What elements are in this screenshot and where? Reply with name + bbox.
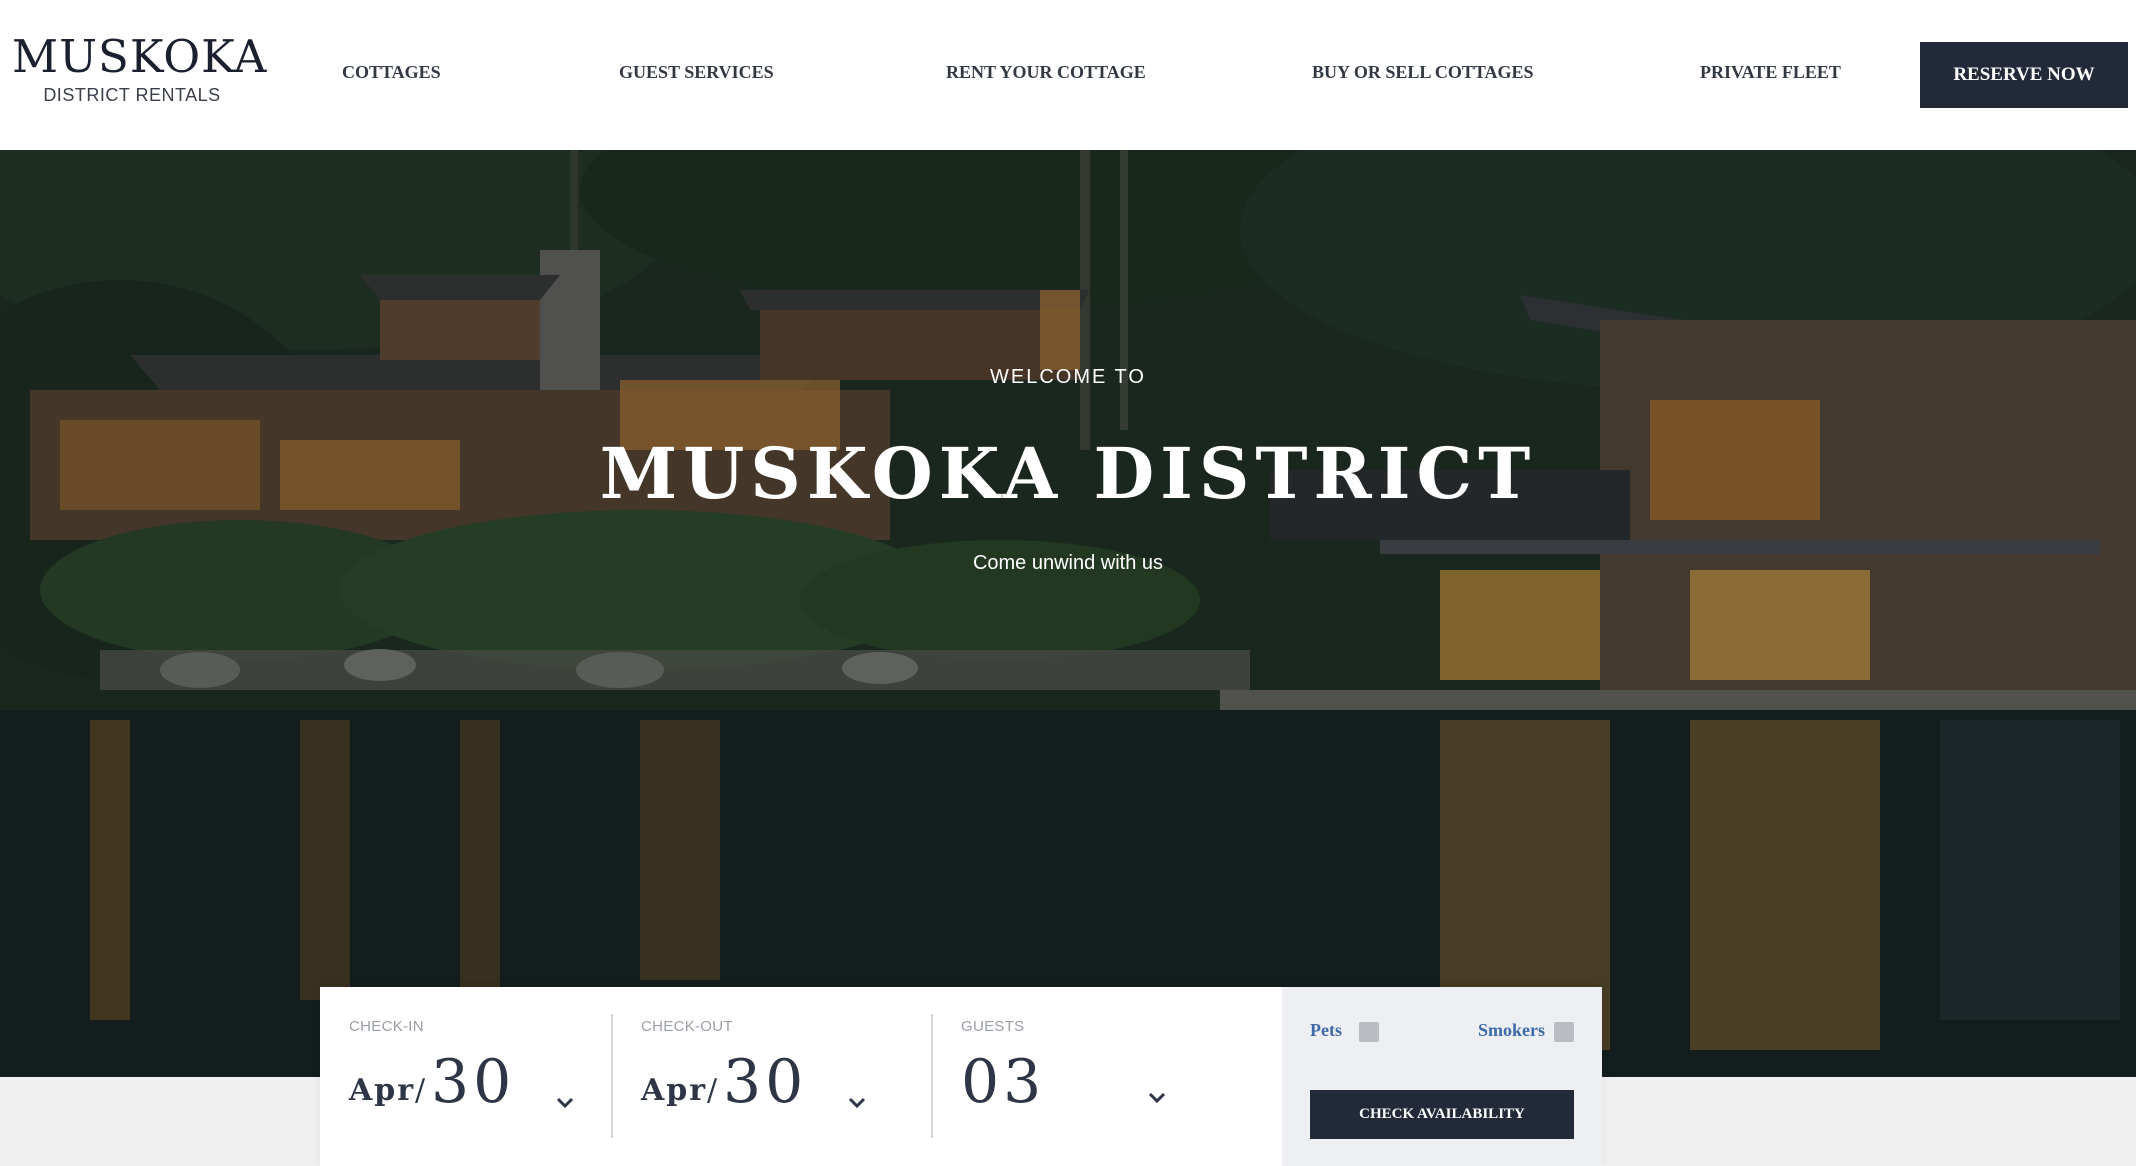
guests-chevron-down-icon[interactable] bbox=[1146, 1086, 1168, 1108]
hero-subtitle: Come unwind with us bbox=[972, 552, 1164, 574]
smokers-checkbox[interactable] bbox=[1554, 1022, 1574, 1042]
site-header: MUSKOKA DISTRICT RENTALS COTTAGES GUEST … bbox=[0, 0, 2136, 150]
hero-banner: WELCOME TO MUSKOKA DISTRICT Come unwind … bbox=[0, 150, 2136, 1077]
checkout-month: Apr bbox=[641, 1073, 708, 1108]
hero-title: MUSKOKA DISTRICT bbox=[599, 432, 1537, 515]
nav-cottages[interactable]: COTTAGES bbox=[342, 62, 441, 83]
pets-checkbox[interactable] bbox=[1359, 1022, 1379, 1042]
nav-rent-your-cottage[interactable]: RENT YOUR COTTAGE bbox=[946, 62, 1146, 83]
nav-guest-services[interactable]: GUEST SERVICES bbox=[619, 62, 774, 83]
checkin-label: CHECK-IN bbox=[349, 1018, 424, 1035]
guests-count: 03 bbox=[961, 1047, 1046, 1117]
booking-widget: CHECK-IN Apr / 30 CHECK-OUT Apr / 30 GUE… bbox=[320, 987, 1602, 1166]
pets-label[interactable]: Pets bbox=[1310, 1020, 1342, 1041]
checkin-day: 30 bbox=[431, 1047, 516, 1117]
hero-eyebrow: WELCOME TO bbox=[990, 366, 1146, 388]
checkout-day: 30 bbox=[723, 1047, 808, 1117]
reserve-now-button[interactable]: RESERVE NOW bbox=[1920, 42, 2128, 108]
smokers-label[interactable]: Smokers bbox=[1478, 1020, 1545, 1041]
checkin-month: Apr bbox=[349, 1073, 416, 1108]
logo-wordmark: MUSKOKA bbox=[12, 30, 268, 83]
booking-options-panel: Pets Smokers CHECK AVAILABILITY bbox=[1282, 987, 1602, 1166]
guests-label: GUESTS bbox=[961, 1018, 1025, 1035]
check-availability-button[interactable]: CHECK AVAILABILITY bbox=[1310, 1090, 1574, 1139]
checkout-field[interactable]: CHECK-OUT Apr / 30 bbox=[612, 987, 932, 1166]
checkin-chevron-down-icon[interactable] bbox=[554, 1091, 576, 1113]
checkin-separator: / bbox=[415, 1073, 426, 1108]
checkin-field[interactable]: CHECK-IN Apr / 30 bbox=[320, 987, 612, 1166]
site-logo[interactable]: MUSKOKA DISTRICT RENTALS bbox=[12, 30, 268, 106]
hero-overlay bbox=[0, 150, 2136, 1077]
guests-field[interactable]: GUESTS 03 bbox=[932, 987, 1212, 1166]
nav-buy-or-sell-cottages[interactable]: BUY OR SELL COTTAGES bbox=[1312, 62, 1534, 83]
checkout-chevron-down-icon[interactable] bbox=[846, 1091, 868, 1113]
nav-private-fleet[interactable]: PRIVATE FLEET bbox=[1700, 62, 1841, 83]
checkout-label: CHECK-OUT bbox=[641, 1018, 733, 1035]
logo-tagline: DISTRICT RENTALS bbox=[43, 85, 221, 105]
checkout-separator: / bbox=[707, 1073, 718, 1108]
